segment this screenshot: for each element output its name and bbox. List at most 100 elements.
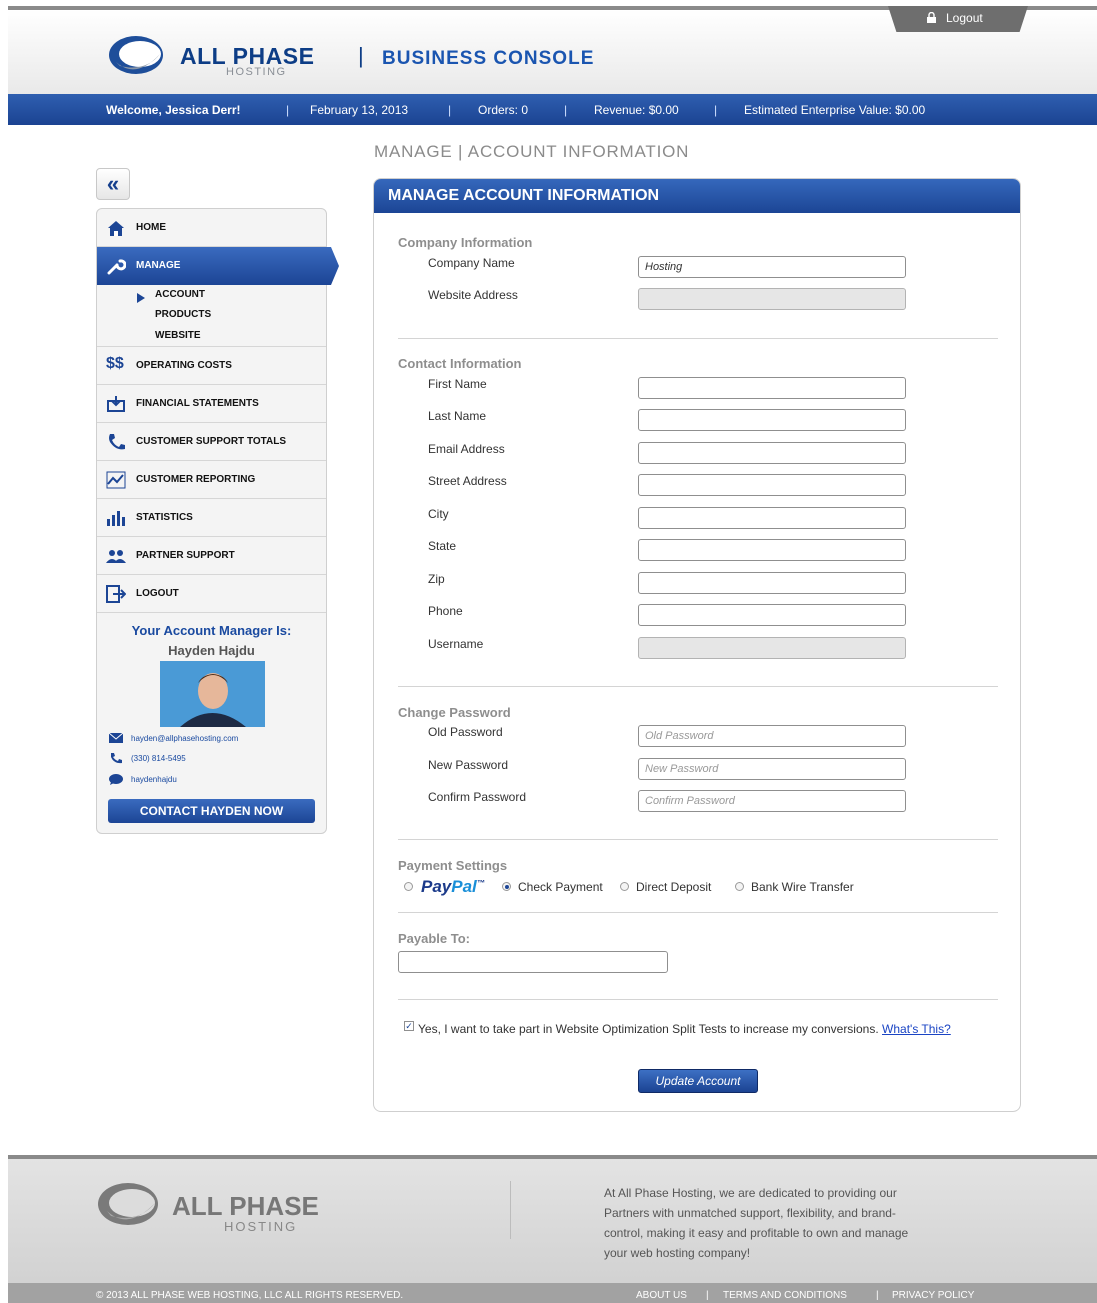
street-address-input[interactable] [638,474,906,496]
new-password-label: New Password [428,758,509,772]
section-title-contact: Contact Information [398,356,522,371]
footer: ALL PHASE HOSTING At All Phase Hosting, … [8,1155,1097,1303]
sidebar-item-label: CUSTOMER SUPPORT TOTALS [136,436,287,447]
all-phase-logo-icon [109,36,163,74]
email-address-label: Email Address [428,442,505,456]
header: ALL PHASE HOSTING | BUSINESS CONSOLE Log… [8,6,1097,94]
footer-bottom-bar: © 2013 ALL PHASE WEB HOSTING, LLC ALL RI… [8,1283,1097,1303]
status-orders: Orders: 0 [478,103,529,117]
sidebar-item-customer-support-totals[interactable]: CUSTOMER SUPPORT TOTALS [97,423,326,461]
breadcrumb: MANAGE | ACCOUNT INFORMATION [374,142,690,161]
company-name-input[interactable] [638,256,906,278]
footer-logo-wordmark: ALL PHASE [172,1191,319,1221]
username-input [638,637,906,659]
update-account-button[interactable]: Update Account [638,1069,758,1093]
first-name-input[interactable] [638,377,906,399]
whats-this-link[interactable]: What's This? [882,1022,951,1036]
contact-manager-button[interactable]: CONTACT HAYDEN NOW [108,799,315,823]
home-icon [108,221,124,236]
bar-chart-icon [107,511,125,526]
split-test-label: Yes, I want to take part in Website Opti… [418,1022,879,1036]
manager-email[interactable]: hayden@allphasehosting.com [131,734,238,743]
zip-input[interactable] [638,572,906,594]
subnav-item-products[interactable]: PRODUCTS [155,309,211,320]
copyright-text: © 2013 ALL PHASE WEB HOSTING, LLC ALL RI… [96,1290,404,1301]
status-date: February 13, 2013 [310,103,409,117]
footer-link-terms[interactable]: TERMS AND CONDITIONS [723,1290,847,1301]
collapse-sidebar-button[interactable]: « [96,168,130,200]
bank-wire-label: Bank Wire Transfer [751,880,854,894]
subnav-item-website[interactable]: WEBSITE [155,330,201,341]
chart-line-icon [106,471,126,489]
direct-deposit-radio[interactable] [620,882,629,891]
direct-deposit-label: Direct Deposit [636,880,712,894]
last-name-input[interactable] [638,409,906,431]
manager-chat: haydenhajdu [131,775,177,784]
website-address-input [638,288,906,310]
check-payment-label: Check Payment [518,880,603,894]
logout-icon [106,585,126,603]
paypal-radio[interactable] [404,882,413,891]
statement-icon [107,396,125,412]
console-title: BUSINESS CONSOLE [382,48,595,69]
section-divider [398,839,998,840]
section-title-password: Change Password [398,705,511,720]
panel-title: MANAGE ACCOUNT INFORMATION [374,179,1020,213]
payable-to-input[interactable] [398,951,668,973]
manage-account-panel: MANAGE ACCOUNT INFORMATION Company Infor… [373,178,1021,1112]
sidebar-item-partner-support[interactable]: PARTNER SUPPORT [97,537,326,575]
phone-icon [109,434,125,450]
manage-subnav [97,285,326,347]
status-revenue: Revenue: $0.00 [594,103,679,117]
sidebar-item-statistics[interactable]: STATISTICS [97,499,326,537]
footer-logo-icon [98,1183,158,1225]
section-divider [398,999,998,1000]
footer-link-privacy[interactable]: PRIVACY POLICY [892,1290,974,1301]
footer-link-about[interactable]: ABOUT US [636,1290,687,1301]
split-test-checkbox[interactable]: ✓ [404,1021,414,1031]
sidebar-item-operating-costs[interactable]: $$ OPERATING COSTS [97,347,326,385]
sidebar-item-label: LOGOUT [136,588,179,599]
check-payment-radio[interactable] [502,882,511,891]
email-address-input[interactable] [638,442,906,464]
logout-label: Logout [946,11,983,25]
split-test-text: Yes, I want to take part in Website Opti… [398,1021,988,1037]
last-name-label: Last Name [428,409,487,423]
sidebar-item-home[interactable]: HOME [97,209,326,247]
state-label: State [428,539,457,553]
bank-wire-radio[interactable] [735,882,744,891]
active-arrow-icon [137,293,145,303]
logo-subtitle: HOSTING [226,66,287,78]
paypal-logo: PayPal™ [421,877,485,897]
section-divider [398,338,998,339]
sidebar-item-customer-reporting[interactable]: CUSTOMER REPORTING [97,461,326,499]
state-input[interactable] [638,539,906,561]
sidebar-item-label: MANAGE [136,260,181,271]
account-manager-title: Your Account Manager Is: [131,623,292,638]
old-password-input[interactable] [638,725,906,747]
phone-input[interactable] [638,604,906,626]
new-password-input[interactable] [638,758,906,780]
sidebar-item-label: HOME [136,222,166,233]
account-manager-photo [160,661,265,727]
section-title-payable: Payable To: [398,931,471,946]
status-divider: | [448,103,452,117]
manager-portrait-icon [160,661,265,727]
sidebar-item-financial-statements[interactable]: FINANCIAL STATEMENTS [97,385,326,423]
manager-phone: (330) 814-5495 [131,754,186,763]
footer-link-divider: | [706,1290,709,1301]
section-divider [398,686,998,687]
sidebar-item-logout[interactable]: LOGOUT [97,575,326,613]
welcome-text: Welcome, Jessica Derr! [106,103,241,117]
subnav-item-account[interactable]: ACCOUNT [155,289,205,300]
status-enterprise-value: Estimated Enterprise Value: $0.00 [744,103,926,117]
people-icon [106,550,126,563]
header-logout-button[interactable]: Logout [888,6,1028,32]
city-input[interactable] [638,507,906,529]
website-address-label: Website Address [428,288,518,302]
status-bar: Welcome, Jessica Derr! | February 13, 20… [8,94,1097,125]
paypal-pay-text: Pay [421,877,452,896]
city-label: City [428,507,449,521]
confirm-password-input[interactable] [638,790,906,812]
sidebar-item-manage[interactable]: MANAGE [97,247,339,285]
